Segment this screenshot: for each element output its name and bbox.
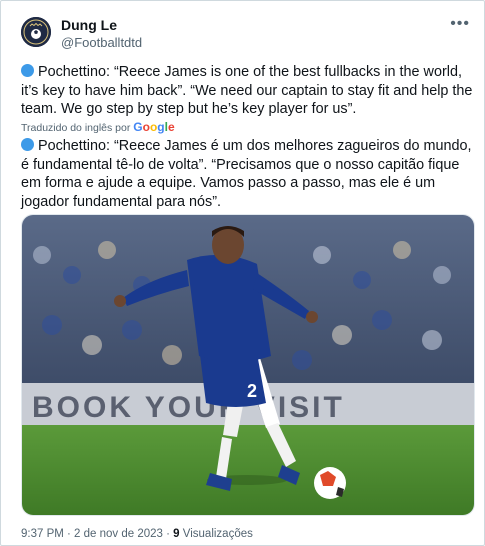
views-label: Visualizações xyxy=(179,528,253,540)
timestamp[interactable]: 9:37 PM · 2 de nov de 2023 · xyxy=(21,528,173,540)
google-logo: Google xyxy=(133,120,175,134)
translated-text: Pochettino: “Reece James é um dos melhor… xyxy=(21,138,472,210)
player-photo: BOOK YOUR VISIT 2 xyxy=(22,215,474,515)
tweet-header: Dung Le @Footballtdtd ••• xyxy=(21,15,472,55)
more-options-icon[interactable]: ••• xyxy=(450,15,470,33)
blue-circle-icon xyxy=(21,138,34,151)
ad-board-text: BOOK YOUR VISIT xyxy=(32,391,345,424)
avatar-logo xyxy=(21,17,51,47)
tweet-card[interactable]: Dung Le @Footballtdtd ••• Pochettino: “R… xyxy=(0,0,485,546)
translation-label-text: Traduzido do inglês por xyxy=(21,122,131,134)
tweet-footer: 9:37 PM · 2 de nov de 2023 · 9 Visualiza… xyxy=(21,528,253,540)
tweet-text-translated: Pochettino: “Reece James é um dos melhor… xyxy=(21,137,473,211)
tweet-text-original: Pochettino: “Reece James is one of the b… xyxy=(21,63,473,119)
display-name[interactable]: Dung Le xyxy=(61,17,142,34)
blue-circle-icon xyxy=(21,64,34,77)
football xyxy=(314,467,346,499)
tweet-photo[interactable]: BOOK YOUR VISIT 2 xyxy=(21,214,475,516)
original-text: Pochettino: “Reece James is one of the b… xyxy=(21,64,473,118)
translation-label[interactable]: Traduzido do inglês por Google xyxy=(21,120,175,134)
user-handle[interactable]: @Footballtdtd xyxy=(61,34,142,52)
shirt-number: 2 xyxy=(247,381,257,401)
avatar[interactable] xyxy=(21,17,51,47)
